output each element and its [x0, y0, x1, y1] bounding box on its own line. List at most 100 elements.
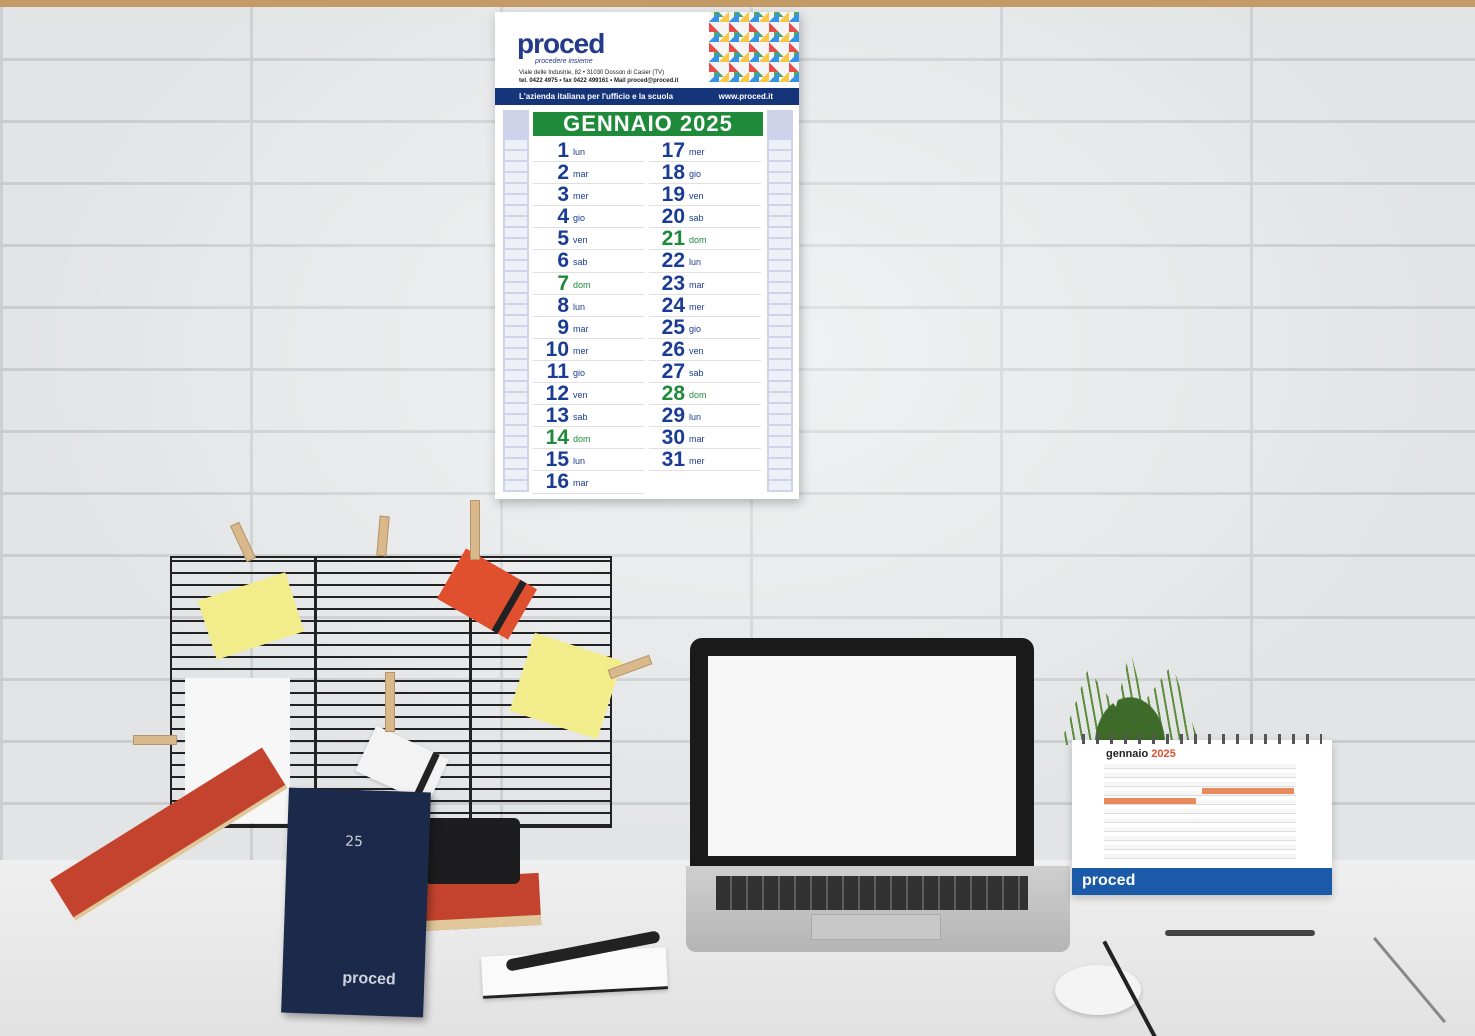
day-row: 2 mar	[533, 162, 645, 185]
day-number: 29	[661, 404, 685, 428]
days-column-2: 17 mer 18 gio 19 ven 20 sab 21 dom 22 lun 23 mar 24 mer…	[649, 139, 761, 472]
day-row: 13 sab	[533, 404, 645, 428]
next-month-strip	[767, 110, 793, 492]
day-name: gio	[689, 323, 702, 334]
top-accent-bar	[0, 0, 1475, 7]
day-row: 21 dom	[649, 227, 761, 251]
day-name: ven	[573, 235, 588, 246]
desk-calendar: gennaio 2025 proced	[1072, 734, 1332, 895]
desk-calendar-highlight	[1104, 798, 1196, 804]
day-name: gio	[573, 367, 586, 378]
day-row: 28 dom	[649, 382, 761, 406]
day-number: 12	[545, 382, 569, 406]
laptop-display	[708, 656, 1016, 856]
day-name: sab	[573, 257, 588, 268]
planner-year: 25	[344, 833, 364, 851]
day-name: lun	[573, 147, 586, 157]
day-row: 8 lun	[533, 293, 645, 317]
day-row: 15 lun	[533, 448, 645, 472]
clothespin	[470, 500, 480, 560]
spiral-binding	[1082, 734, 1322, 744]
clothespin	[385, 672, 395, 732]
day-row: 12 ven	[533, 382, 645, 406]
day-number: 4	[557, 205, 569, 229]
laptop-keyboard	[716, 876, 1028, 910]
day-row: 24 mer	[649, 293, 761, 317]
day-name: lun	[573, 456, 586, 467]
logo-tagline: procedere insieme	[535, 58, 593, 65]
day-name: mar	[573, 478, 589, 489]
days-column-1: 1 lun 2 mar 3 mer 4 gio 5 ven 6 sab 7 dom 8 lun 9 mar 10 me…	[533, 140, 645, 494]
day-number: 13	[545, 404, 569, 428]
day-row: 31 mer	[649, 448, 761, 472]
day-number: 28	[661, 382, 685, 406]
day-name: gio	[573, 213, 586, 224]
day-name: sab	[689, 367, 704, 378]
calendar-body: GENNAIO 2025 1 lun 2 mar 3 mer 4 gio 5 ven 6 sab 7 do…	[503, 110, 793, 494]
wall-calendar: proced procedere insieme Viale delle Ind…	[495, 12, 799, 499]
day-number: 24	[661, 293, 685, 317]
desk-calendar-footer: proced	[1072, 868, 1332, 895]
proced-logo: proced	[517, 28, 605, 59]
day-number: 23	[661, 271, 685, 295]
day-number: 15	[545, 448, 569, 472]
day-number: 21	[661, 227, 685, 251]
navy-planner: 25 proced	[281, 787, 431, 1018]
day-name: mer	[689, 301, 705, 312]
calendar-header: proced procedere insieme Viale delle Ind…	[495, 12, 799, 88]
day-row: 1 lun	[533, 139, 645, 163]
day-row: 23 mar	[649, 271, 761, 295]
day-name: ven	[573, 390, 588, 401]
day-name: dom	[573, 279, 591, 290]
day-number: 10	[545, 337, 569, 361]
day-number: 17	[661, 139, 685, 162]
day-number: 9	[557, 315, 569, 339]
laptop-base	[686, 866, 1070, 952]
day-name: dom	[689, 235, 707, 246]
banner-website: www.proced.it	[718, 92, 773, 101]
day-row: 3 mer	[533, 183, 645, 207]
colored-cubes-graphic	[709, 12, 799, 82]
laptop-trackpad	[811, 914, 941, 940]
day-row: 10 mer	[533, 337, 645, 361]
company-contacts: tel. 0422 4975 • fax 0422 499161 • Mail …	[519, 78, 679, 84]
calendar-banner: L'azienda italiana per l'ufficio e la sc…	[495, 88, 799, 105]
day-row: 16 mar	[533, 470, 645, 494]
day-row: 7 dom	[533, 272, 645, 295]
month-title: GENNAIO 2025	[533, 112, 763, 136]
day-name: lun	[689, 412, 702, 423]
day-name: ven	[689, 345, 704, 356]
day-name: lun	[689, 257, 702, 268]
day-number: 26	[661, 337, 685, 361]
planner-logo: proced	[342, 969, 396, 989]
previous-month-strip	[503, 110, 529, 492]
day-number: 16	[545, 470, 569, 494]
day-name: mar	[573, 169, 589, 180]
black-notebook	[425, 818, 520, 884]
day-number: 8	[557, 293, 569, 317]
day-row: 4 gio	[533, 205, 645, 229]
day-row: 29 lun	[649, 404, 761, 428]
day-row: 17 mer	[649, 139, 761, 163]
day-row: 27 sab	[649, 360, 761, 384]
day-number: 22	[661, 249, 685, 273]
day-row: 20 sab	[649, 205, 761, 229]
day-number: 5	[557, 227, 569, 251]
day-name: mer	[689, 147, 705, 157]
day-row: 6 sab	[533, 250, 645, 273]
day-name: gio	[689, 169, 702, 180]
day-number: 3	[557, 183, 569, 207]
day-number: 31	[661, 448, 685, 472]
clothespin	[133, 735, 177, 745]
day-row: 22 lun	[649, 249, 761, 273]
day-number: 19	[661, 183, 685, 207]
day-number: 14	[545, 426, 569, 450]
day-name: mar	[689, 279, 705, 290]
day-name: mar	[689, 434, 705, 445]
day-name: sab	[573, 412, 588, 423]
stylus	[1165, 930, 1315, 936]
day-number: 20	[661, 205, 685, 229]
day-number: 1	[557, 139, 569, 162]
day-row: 9 mar	[533, 315, 645, 339]
day-name: dom	[689, 390, 707, 401]
